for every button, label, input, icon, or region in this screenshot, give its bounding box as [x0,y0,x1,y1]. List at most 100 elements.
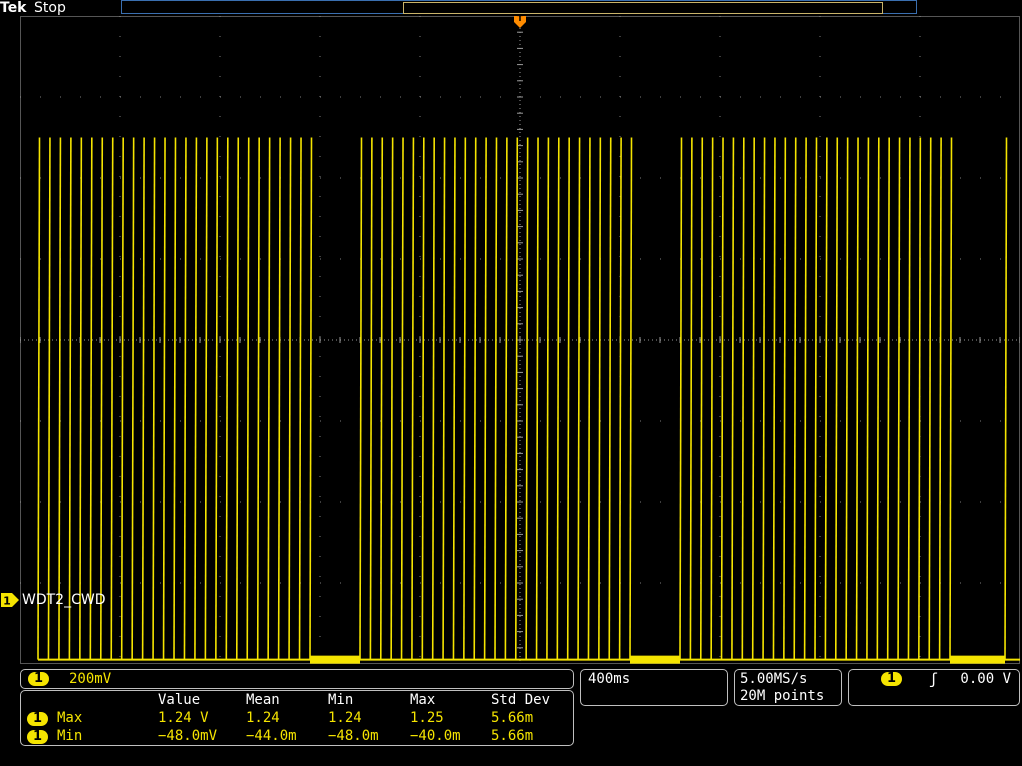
pulse-edge [194,137,198,660]
pulse-edge [679,137,683,660]
pulse-edge [47,137,51,660]
sample-rate: 5.00MS/s [740,671,808,687]
pulse-edge [504,137,508,660]
measurement-max-label: Max [57,710,83,726]
pulse-edge [204,137,208,660]
channel-1-ground-marker-icon[interactable]: 1 [0,592,20,608]
pulse-edge [442,137,446,660]
measurement-min-std-dev: 5.66m [491,728,534,744]
measurement-min-min: −48.0m [328,728,379,744]
pulse-edge [411,137,415,660]
pulse-edge [824,137,828,660]
pulse-edge [699,137,704,660]
pulse-edge [866,137,870,660]
pulse-edge [309,137,313,660]
idle-level-segment [310,655,360,664]
pulse-edge [587,137,591,660]
pulse-edge [390,137,394,660]
pulse-edge [1004,137,1008,660]
pulse-edge [814,137,818,660]
pulse-edge [120,137,124,660]
pulse-edge [99,137,104,660]
measurement-max-min: 1.24 [328,710,362,726]
header-std-dev: Std Dev [491,692,551,708]
pulse-edge [928,137,932,660]
graticule-grid [20,16,1020,664]
horizontal-timebase-box[interactable]: 400ms [580,669,728,706]
pulse-edge [907,137,911,660]
pulse-edge [783,137,787,660]
pulse-edge [731,137,735,660]
pulse-edge [855,137,859,660]
channel-1-trace [37,137,1020,664]
header-mean: Mean [246,692,280,708]
pulse-edge [298,137,302,660]
pulse-edge [762,137,766,660]
idle-level-segment [630,655,680,664]
trigger-source-badge: 1 [881,672,903,686]
acquisition-box[interactable]: 5.00MS/s 20M points [734,669,842,706]
pulse-edge [689,137,693,660]
header-value: Value [158,692,201,708]
pulse-edge [483,137,487,660]
rising-edge-icon: ʃ [929,670,939,688]
pulse-edge [68,137,72,660]
pulse-edge [463,137,467,660]
pulse-edge [751,137,755,660]
pulse-edge [949,137,953,660]
pulse-edge [514,137,519,660]
waveform-display[interactable]: T [20,16,1020,664]
record-view-window[interactable] [403,2,883,14]
measurement-max-max: 1.25 [410,710,444,726]
measurement-min-mean: −44.0m [246,728,297,744]
trigger-settings-box[interactable]: 1 ʃ 0.00 V [848,669,1020,706]
pulse-edge [741,137,745,660]
measurement-min-max: −40.0m [410,728,461,744]
pulse-edge [629,137,633,660]
pulse-edge [141,137,145,660]
pulse-edge [876,137,880,660]
pulse-edge [225,137,229,660]
pulse-edge [834,137,839,660]
pulse-edge [256,137,260,660]
pulse-edge [494,137,498,660]
brand-logo: Tek [0,0,27,16]
pulse-edge [58,137,62,660]
time-per-division: 400ms [588,671,631,687]
pulse-edge [525,137,529,660]
pulse-edge [720,137,724,660]
pulse-edge [131,137,135,660]
pulse-edge [431,137,435,660]
measurement-min-badge: 1 [27,730,49,744]
pulse-edge [938,137,942,660]
measurement-table[interactable]: Value Mean Min Max Std Dev 1 Max 1.24 V … [20,690,574,746]
pulse-edge [577,137,581,660]
pulse-edge [246,137,250,660]
pulse-edge [918,137,922,660]
pulse-edge [37,137,41,660]
trigger-position-icon[interactable]: T [514,16,526,28]
channel-1-settings-box[interactable]: 1 200mV [20,669,574,689]
trigger-level: 0.00 V [960,671,1011,687]
pulse-edge [89,137,93,660]
pulse-edge [288,137,292,660]
pulse-edge [608,137,612,660]
pulse-edge [556,137,560,660]
pulse-edge [897,137,901,660]
record-overview-bar[interactable] [121,0,917,14]
measurement-max-std-dev: 5.66m [491,710,534,726]
pulse-edge [400,137,404,660]
pulse-edge [793,137,797,660]
pulse-edge [369,137,373,660]
pulse-edge [772,137,776,660]
measurement-max-value: 1.24 V [158,710,209,726]
pulse-edge [452,137,456,660]
pulse-edge [235,137,240,660]
pulse-edge [710,137,714,660]
header-max: Max [410,692,436,708]
measurement-max-mean: 1.24 [246,710,280,726]
pulse-edge [183,137,187,660]
pulse-edge [173,137,177,660]
pulse-edge [566,137,570,660]
pulse-edge [267,137,271,660]
